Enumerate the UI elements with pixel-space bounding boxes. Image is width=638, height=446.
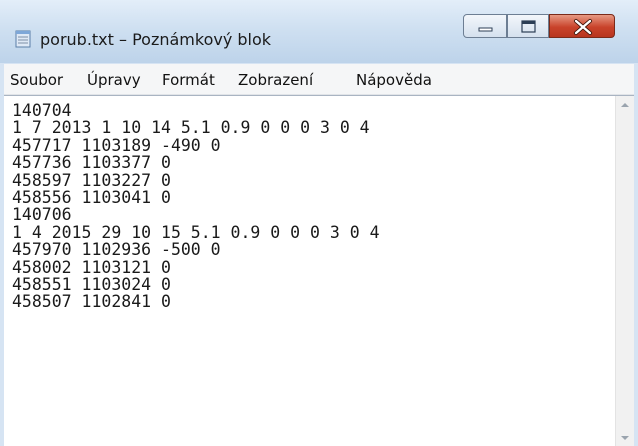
text-editor[interactable]: 140704 1 7 2013 1 10 14 5.1 0.9 0 0 0 3 …: [4, 95, 634, 446]
title-bar[interactable]: porub.txt – Poznámkový blok: [0, 0, 638, 63]
arrow-down-icon[interactable]: [616, 429, 634, 446]
editor-content[interactable]: 140704 1 7 2013 1 10 14 5.1 0.9 0 0 0 3 …: [12, 102, 380, 311]
menu-soubor[interactable]: Soubor: [10, 71, 63, 89]
maximize-icon: [521, 20, 536, 33]
menu-napoveda[interactable]: Nápověda: [356, 71, 432, 89]
maximize-button[interactable]: [507, 14, 549, 38]
vertical-scrollbar[interactable]: [615, 96, 634, 446]
arrow-up-icon[interactable]: [616, 96, 634, 114]
minimize-icon: [478, 27, 493, 32]
close-button[interactable]: [549, 14, 615, 38]
close-icon: [574, 19, 592, 35]
menu-bar: Soubor Úpravy Formát Zobrazení Nápověda: [4, 64, 634, 95]
menu-format[interactable]: Formát: [162, 71, 215, 89]
menu-upravy[interactable]: Úpravy: [87, 71, 141, 89]
notepad-window: porub.txt – Poznámkový blok Soubor Úprav…: [0, 0, 638, 446]
notepad-icon: [15, 30, 31, 48]
minimize-button[interactable]: [463, 14, 507, 38]
window-title: porub.txt – Poznámkový blok: [40, 30, 272, 49]
menu-zobrazeni[interactable]: Zobrazení: [238, 71, 313, 89]
window-controls: [463, 14, 629, 40]
